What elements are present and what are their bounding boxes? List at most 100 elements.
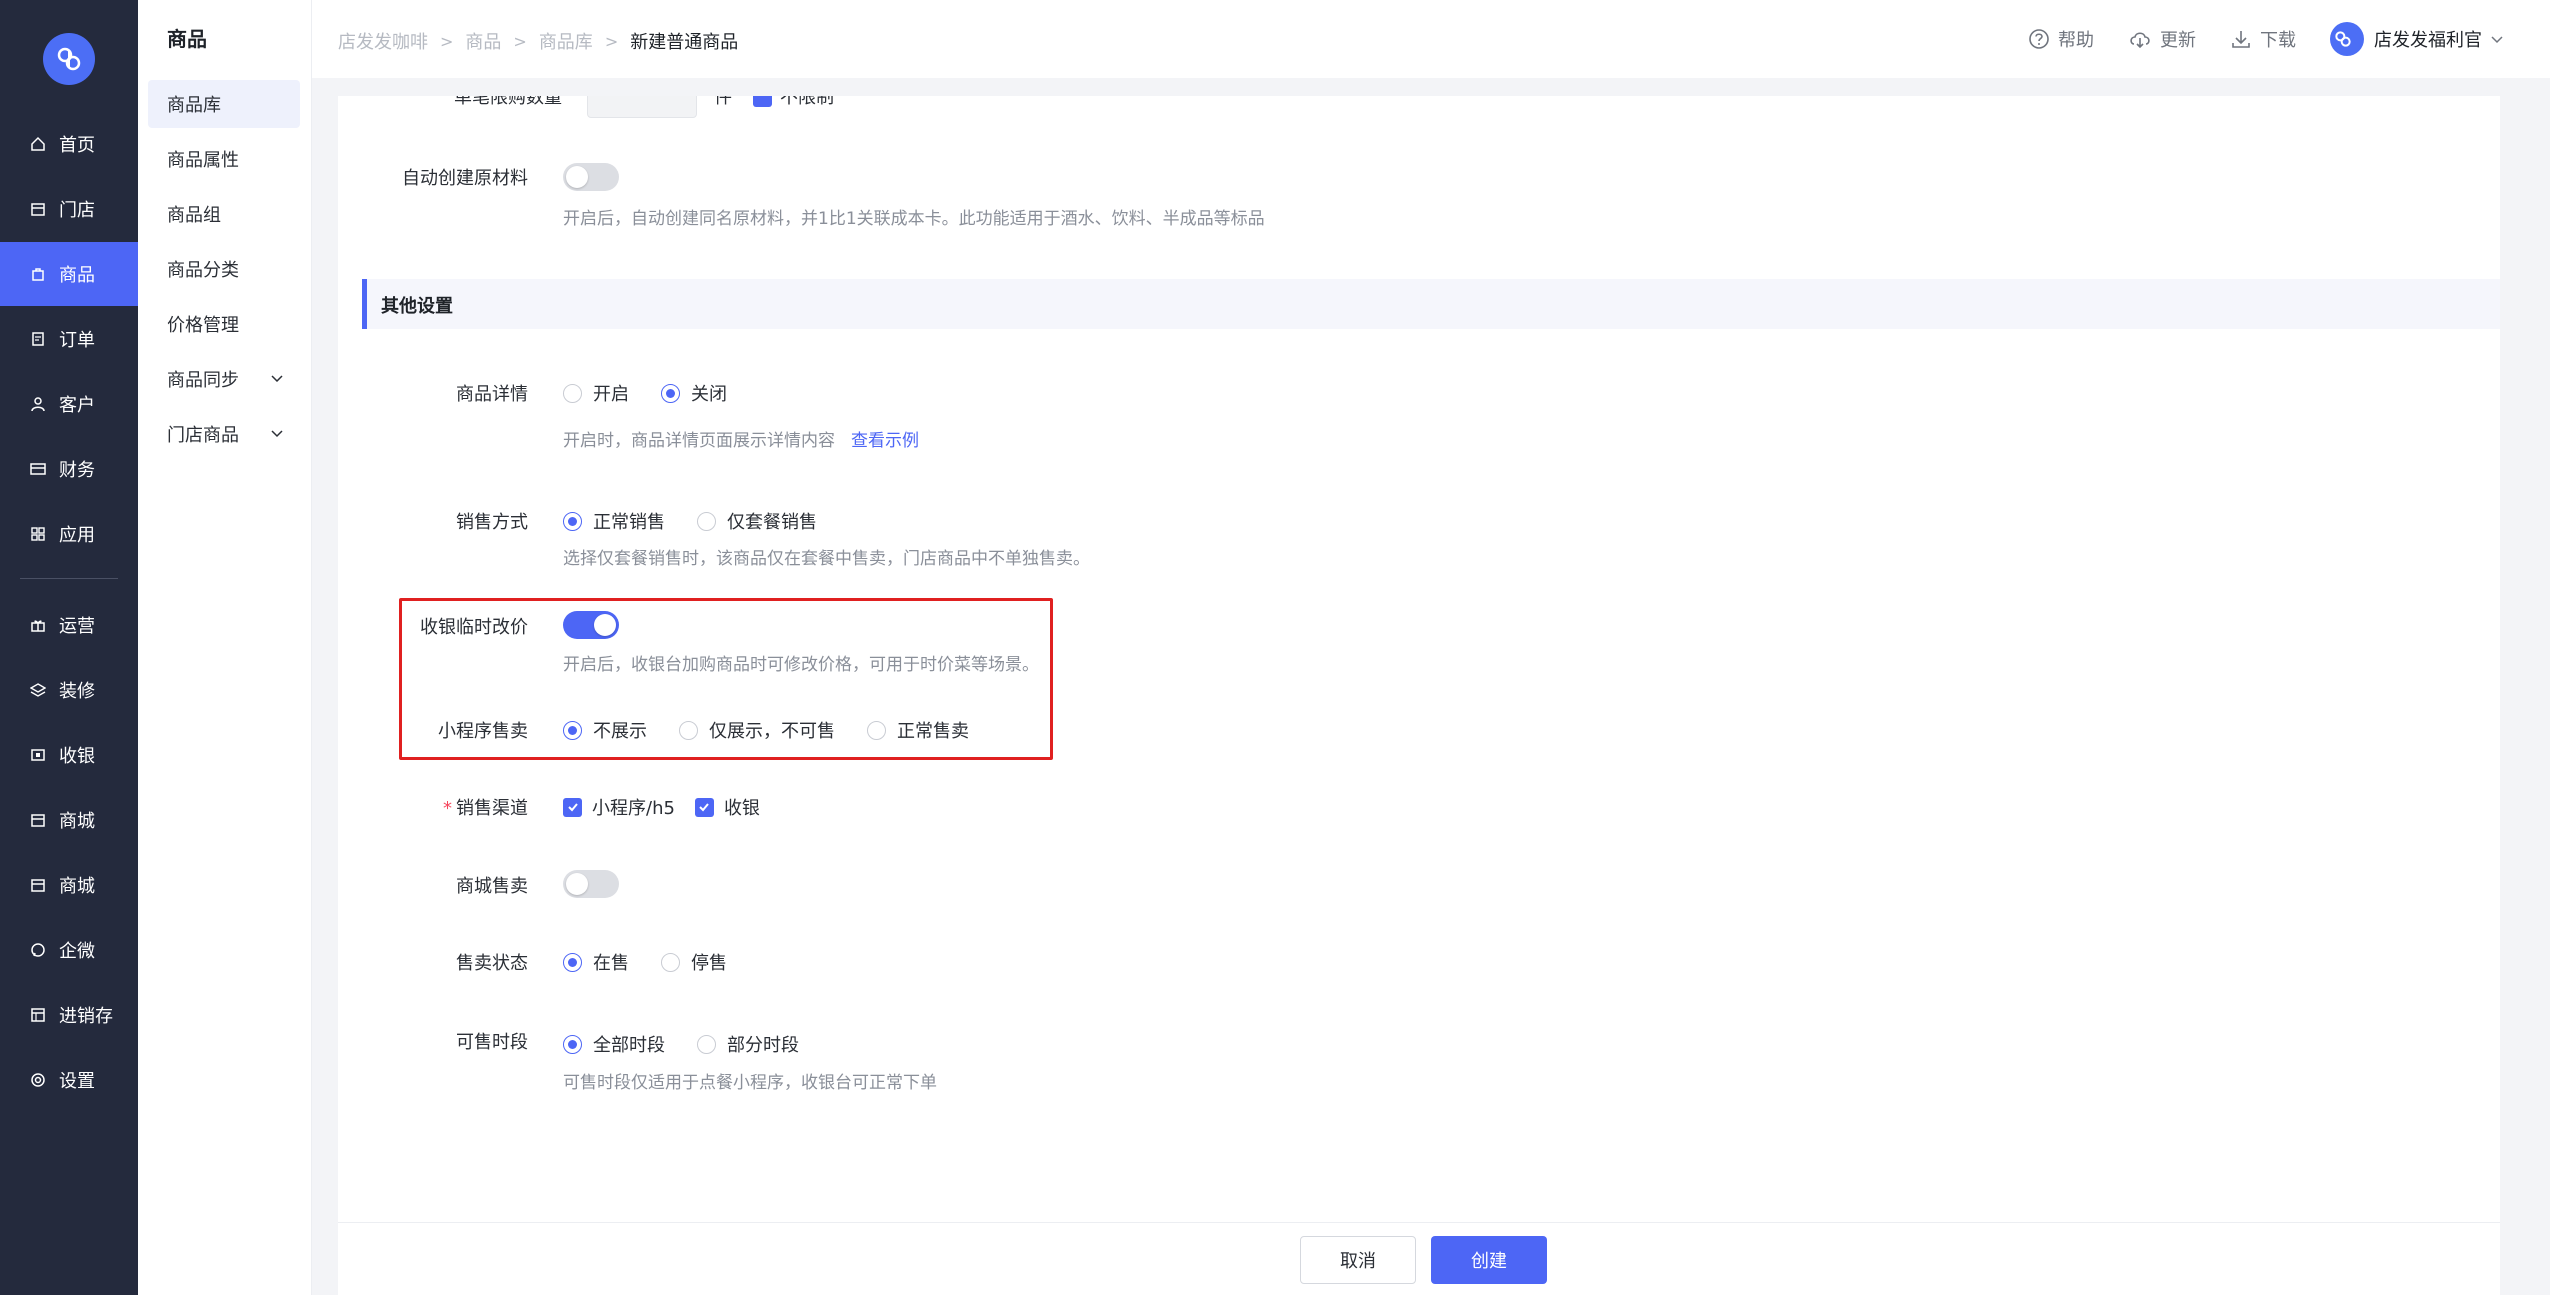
sub-item-label: 价格管理 — [167, 315, 239, 336]
sale-mode-hint: 选择仅套餐销售时，该商品仅在套餐中售卖，门店商品中不单独售卖。 — [563, 549, 1090, 569]
help-label: 帮助 — [2058, 30, 2094, 51]
mini-program-radio-group: 不展示 仅展示，不可售 正常售卖 — [563, 717, 1001, 743]
radio-dot — [563, 1034, 582, 1054]
channel-check-miniprogram[interactable]: 小程序/h5 — [563, 794, 675, 820]
breadcrumb: 店发发咖啡 > 商品 > 商品库 > 新建普通商品 — [338, 28, 738, 54]
nav-item-wecom[interactable]: 企微 — [0, 918, 138, 982]
purchase-limit-input[interactable] — [587, 96, 697, 118]
app-logo[interactable] — [43, 33, 95, 85]
mini-program-radio-hide[interactable]: 不展示 — [563, 717, 647, 743]
channel-check-cashier[interactable]: 收银 — [694, 794, 760, 820]
nav-item-operations[interactable]: 运营 — [0, 593, 138, 657]
breadcrumb-separator-icon: > — [604, 31, 619, 51]
nav-item-store[interactable]: 门店 — [0, 177, 138, 241]
download-button[interactable]: 下载 — [2230, 26, 2296, 52]
channels-label: * 销售渠道 — [328, 794, 528, 820]
sub-item-label: 商品同步 — [167, 370, 239, 391]
sale-mode-radio-package[interactable]: 仅套餐销售 — [697, 508, 817, 534]
channels-check-group: 小程序/h5 收银 — [563, 794, 780, 820]
sub-item-groups[interactable]: 商品组 — [148, 190, 300, 238]
sub-item-pricing[interactable]: 价格管理 — [148, 300, 300, 348]
mall-sale-label: 商城售卖 — [456, 876, 528, 897]
sub-item-attributes[interactable]: 商品属性 — [148, 135, 300, 183]
nav-item-inventory[interactable]: 进销存 — [0, 983, 138, 1047]
nav-item-apps[interactable]: 应用 — [0, 502, 138, 566]
form-footer: 取消 创建 — [338, 1222, 2500, 1295]
nav-item-decoration[interactable]: 装修 — [0, 658, 138, 722]
sub-item-categories[interactable]: 商品分类 — [148, 245, 300, 293]
mini-program-label: 小程序售卖 — [438, 721, 528, 742]
sub-item-goods-library[interactable]: 商品库 — [148, 80, 300, 128]
mini-program-radio-normal[interactable]: 正常售卖 — [867, 717, 969, 743]
detail-radio-off[interactable]: 关闭 — [661, 380, 727, 406]
nav-item-mall-2[interactable]: 商城 — [0, 853, 138, 917]
sale-mode-radio-normal[interactable]: 正常销售 — [563, 508, 665, 534]
radio-label: 正常售卖 — [897, 721, 969, 742]
radio-label: 在售 — [593, 953, 629, 974]
nav-item-settings[interactable]: 设置 — [0, 1048, 138, 1112]
sale-time-radio-all[interactable]: 全部时段 — [563, 1031, 665, 1057]
butterfly-logo-icon — [2335, 31, 2351, 47]
sub-item-label: 商品属性 — [167, 150, 239, 171]
temp-price-toggle[interactable] — [563, 611, 619, 639]
cloud-download-icon — [2130, 32, 2150, 49]
chevron-down-icon — [271, 430, 283, 438]
auto-material-toggle[interactable] — [563, 163, 619, 191]
create-button[interactable]: 创建 — [1431, 1236, 1547, 1284]
home-icon — [29, 135, 47, 153]
sale-status-radio-group: 在售 停售 — [563, 949, 759, 975]
sub-item-label: 门店商品 — [167, 425, 239, 446]
unlimited-label: 不限制 — [780, 96, 834, 108]
store-icon — [29, 200, 47, 218]
nav-item-label: 运营 — [59, 616, 95, 637]
nav-item-label: 商品 — [59, 265, 95, 286]
mall-sale-toggle[interactable] — [563, 870, 619, 898]
nav-divider — [20, 578, 118, 579]
sub-item-label: 商品分类 — [167, 260, 239, 281]
nav-item-goods[interactable]: 商品 — [0, 242, 138, 306]
mini-program-radio-display-only[interactable]: 仅展示，不可售 — [679, 717, 835, 743]
help-button[interactable]: 帮助 — [2028, 26, 2094, 52]
unlimited-checkbox[interactable] — [753, 96, 772, 107]
inventory-icon — [29, 1006, 47, 1024]
sub-item-label: 商品组 — [167, 205, 221, 226]
nav-item-label: 进销存 — [59, 1006, 113, 1027]
sale-status-radio-off[interactable]: 停售 — [661, 949, 727, 975]
breadcrumb-item[interactable]: 店发发咖啡 — [338, 28, 428, 54]
update-label: 更新 — [2160, 30, 2196, 51]
form-card: 单笔限购数量 件 不限制 自动创建原材料 开启后，自动创建同名原材料，并1比1关… — [338, 96, 2500, 1222]
sale-status-radio-on[interactable]: 在售 — [563, 949, 629, 975]
breadcrumb-item[interactable]: 商品 — [465, 28, 501, 54]
nav-item-mall[interactable]: 商城 — [0, 788, 138, 852]
nav-item-home[interactable]: 首页 — [0, 112, 138, 176]
sale-time-hint: 可售时段仅适用于点餐小程序，收银台可正常下单 — [563, 1073, 937, 1093]
main-nav: 首页 门店 商品 订单 客户 财务 应用 运营 装修 收银 商城 商城 企微 进… — [0, 0, 138, 1295]
order-icon — [29, 330, 47, 348]
sub-item-label: 商品库 — [167, 95, 221, 116]
layers-icon — [29, 681, 47, 699]
radio-label: 开启 — [593, 384, 629, 405]
sale-status-label: 售卖状态 — [456, 953, 528, 974]
checkbox — [563, 797, 582, 817]
nav-item-cashier[interactable]: 收银 — [0, 723, 138, 787]
sub-item-store-goods[interactable]: 门店商品 — [148, 410, 300, 458]
section-header: 其他设置 — [362, 279, 2500, 329]
radio-label: 全部时段 — [593, 1035, 665, 1056]
sub-item-sync[interactable]: 商品同步 — [148, 355, 300, 403]
breadcrumb-item[interactable]: 商品库 — [539, 28, 593, 54]
nav-item-label: 设置 — [59, 1071, 95, 1092]
sale-time-radio-partial[interactable]: 部分时段 — [697, 1031, 799, 1057]
view-example-link[interactable]: 查看示例 — [851, 431, 919, 451]
help-icon — [2029, 29, 2049, 49]
nav-item-orders[interactable]: 订单 — [0, 307, 138, 371]
nav-item-finance[interactable]: 财务 — [0, 437, 138, 501]
nav-item-label: 订单 — [59, 330, 95, 351]
update-button[interactable]: 更新 — [2128, 26, 2196, 52]
sale-mode-label: 销售方式 — [456, 512, 528, 533]
cancel-button[interactable]: 取消 — [1300, 1236, 1416, 1284]
detail-radio-on[interactable]: 开启 — [563, 380, 629, 406]
settings-icon — [29, 1071, 47, 1089]
user-menu[interactable]: 店发发福利官 — [2330, 22, 2512, 56]
nav-item-customers[interactable]: 客户 — [0, 372, 138, 436]
sub-nav-title: 商品 — [167, 27, 207, 51]
